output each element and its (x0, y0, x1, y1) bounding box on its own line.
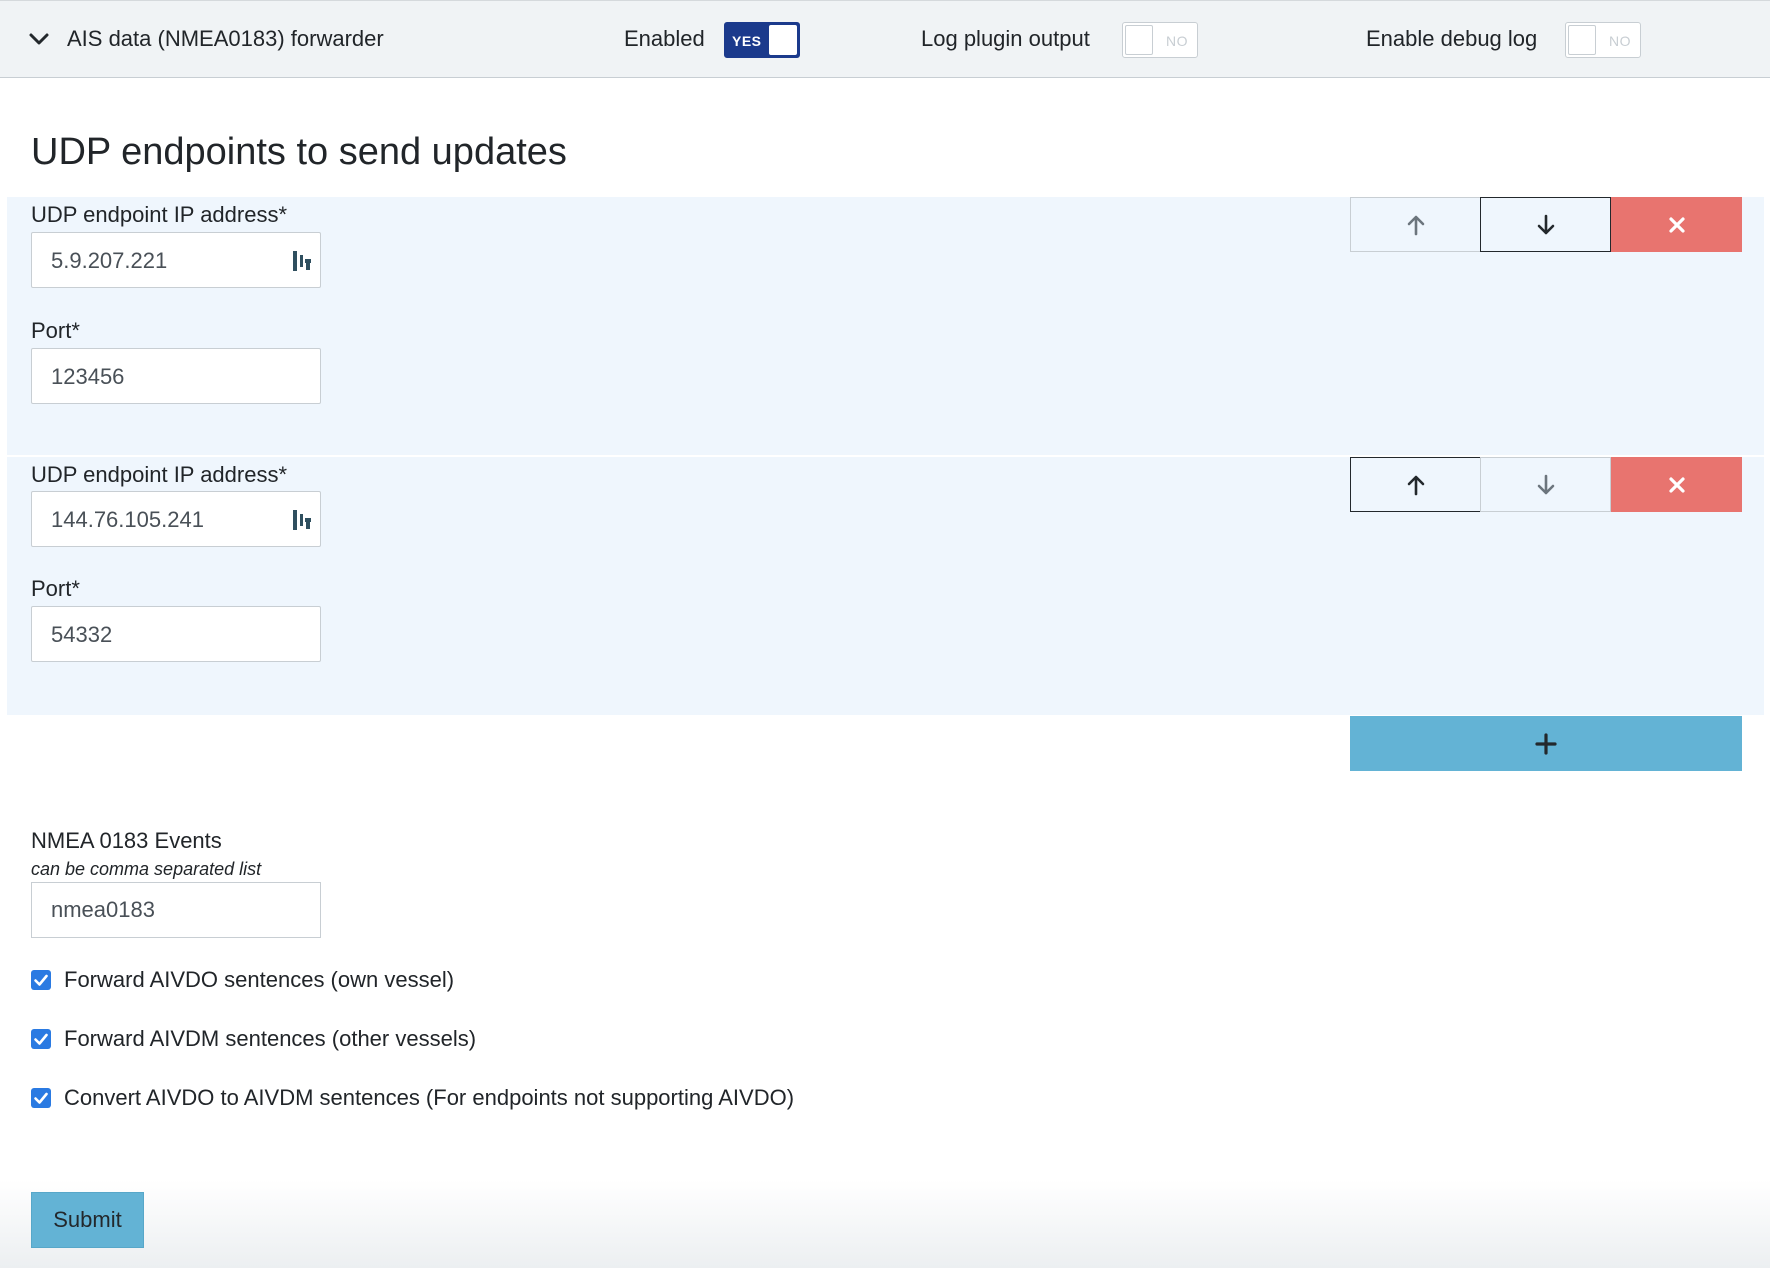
port-value: 123456 (51, 364, 125, 390)
nmea-events-value: nmea0183 (51, 897, 155, 922)
checkmark-icon (34, 1092, 48, 1104)
port-value: 54332 (51, 622, 113, 648)
enabled-toggle-state: YES (732, 33, 762, 49)
checkmark-icon (34, 974, 48, 986)
debug-log-label: Enable debug log (1366, 26, 1538, 51)
forward-aivdo-label: Forward AIVDO sentences (own vessel) (64, 967, 455, 992)
convert-aivdo-checkbox[interactable] (31, 1088, 51, 1108)
nmea-events-input[interactable]: nmea0183 (31, 882, 321, 938)
convert-aivdo-label: Convert AIVDO to AIVDM sentences (For en… (64, 1085, 795, 1110)
submit-button[interactable]: Submit (31, 1192, 144, 1248)
chevron-down-icon[interactable] (28, 28, 50, 50)
enabled-toggle[interactable]: YES (724, 22, 800, 58)
forward-aivdm-label: Forward AIVDM sentences (other vessels) (64, 1026, 477, 1051)
debug-log-toggle[interactable]: NO (1565, 22, 1641, 58)
toggle-knob (769, 25, 797, 55)
enabled-label: Enabled (624, 26, 705, 51)
page-bottom-fade (0, 1180, 1770, 1268)
close-icon (1668, 476, 1685, 493)
toggle-knob (1125, 25, 1153, 55)
move-down-button[interactable] (1480, 197, 1611, 252)
arrow-up-icon (1407, 215, 1424, 235)
log-output-toggle[interactable]: NO (1122, 22, 1198, 58)
checkmark-icon (34, 1033, 48, 1045)
arrow-up-icon (1407, 475, 1424, 495)
forward-aivdm-checkbox[interactable] (31, 1029, 51, 1049)
ip-input[interactable]: 5.9.207.221 (31, 232, 321, 288)
nmea-events-help: can be comma separated list (31, 859, 262, 879)
move-up-button[interactable] (1350, 197, 1481, 252)
endpoint-controls (1350, 457, 1742, 512)
ip-input[interactable]: 144.76.105.241 (31, 491, 321, 547)
forward-aivdo-checkbox[interactable] (31, 970, 51, 990)
move-down-button[interactable] (1480, 457, 1611, 512)
move-up-button[interactable] (1350, 457, 1481, 512)
toggle-knob (1568, 25, 1596, 55)
password-manager-icon[interactable] (292, 508, 312, 532)
nmea-events-label: NMEA 0183 Events (31, 828, 222, 853)
ip-label: UDP endpoint IP address* (31, 202, 288, 227)
endpoint-item: UDP endpoint IP address* 144.76.105.241 … (7, 457, 1764, 715)
plus-icon (1535, 732, 1557, 755)
section-title: UDP endpoints to send updates (31, 131, 567, 173)
port-label: Port* (31, 318, 80, 343)
endpoint-controls (1350, 197, 1742, 252)
arrow-down-icon (1537, 474, 1554, 494)
remove-endpoint-button[interactable] (1611, 457, 1742, 512)
log-output-toggle-state: NO (1166, 33, 1188, 49)
port-input[interactable]: 123456 (31, 348, 321, 404)
plugin-title[interactable]: AIS data (NMEA0183) forwarder (67, 26, 384, 52)
remove-endpoint-button[interactable] (1611, 197, 1742, 252)
arrow-down-icon (1537, 214, 1554, 234)
password-manager-icon[interactable] (292, 249, 312, 273)
debug-log-toggle-state: NO (1609, 33, 1631, 49)
port-label: Port* (31, 576, 80, 601)
add-endpoint-button[interactable] (1350, 716, 1742, 771)
port-input[interactable]: 54332 (31, 606, 321, 662)
plugin-header: AIS data (NMEA0183) forwarder Enabled YE… (0, 0, 1770, 78)
close-icon (1668, 216, 1685, 233)
ip-value: 5.9.207.221 (51, 248, 168, 274)
ip-label: UDP endpoint IP address* (31, 462, 288, 487)
log-output-label: Log plugin output (921, 26, 1090, 51)
ip-value: 144.76.105.241 (51, 507, 204, 533)
endpoint-item: UDP endpoint IP address* 5.9.207.221 Por… (7, 197, 1764, 455)
